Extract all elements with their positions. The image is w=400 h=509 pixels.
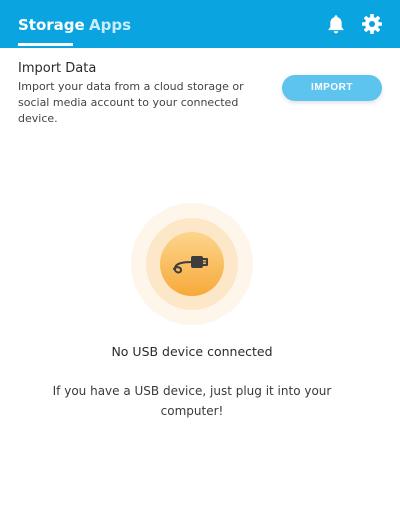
active-tab-indicator [18, 43, 73, 46]
import-button[interactable]: IMPORT [282, 75, 382, 101]
app-window: Storage Apps Import Data Import your dat… [0, 0, 400, 509]
tab-apps[interactable]: Apps [89, 15, 131, 35]
empty-state-title: No USB device connected [111, 344, 273, 359]
tab-storage[interactable]: Storage [18, 15, 85, 35]
header-bar: Storage Apps [0, 0, 400, 48]
usb-icon [130, 202, 254, 326]
empty-state-description: If you have a USB device, just plug it i… [52, 384, 332, 418]
bell-icon[interactable] [324, 12, 348, 36]
import-title: Import Data [18, 61, 97, 76]
import-description: Import your data from a cloud storage or… [18, 80, 244, 125]
gear-icon[interactable] [360, 12, 384, 36]
